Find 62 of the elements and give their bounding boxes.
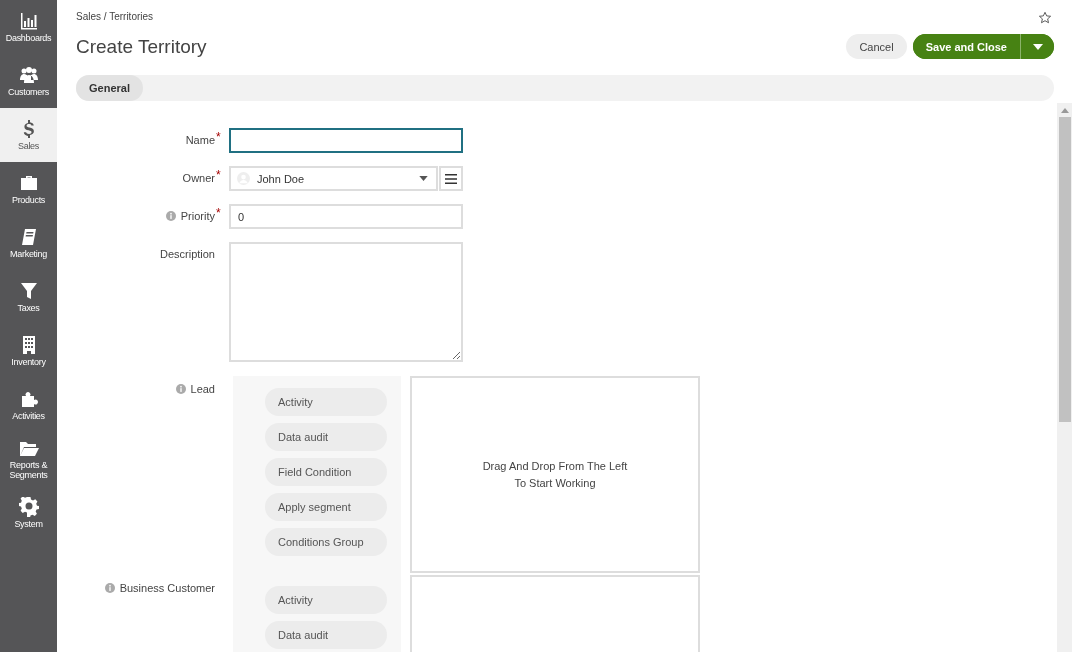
required-mark: * xyxy=(216,168,222,182)
info-icon[interactable] xyxy=(165,211,176,221)
menu-button[interactable] xyxy=(439,166,463,191)
sidebar-item[interactable]: Customers xyxy=(0,54,57,108)
sidebar-item[interactable]: Taxes xyxy=(0,270,57,324)
breadcrumb: Sales / Territories xyxy=(76,11,155,22)
condition-item[interactable]: Activity xyxy=(265,586,387,614)
owner-select[interactable]: John Doe xyxy=(229,166,438,191)
sidebar-item[interactable]: Activities xyxy=(0,378,57,432)
sidebar-label: Activities xyxy=(11,411,46,421)
sidebar-item[interactable]: Reports & Segments xyxy=(0,432,57,486)
menu-icon xyxy=(445,173,457,184)
people-icon xyxy=(18,65,39,85)
sidebar-item[interactable]: Inventory xyxy=(0,324,57,378)
field-label: Owner xyxy=(182,172,215,184)
star-icon[interactable] xyxy=(1038,11,1052,25)
sidebar-label: Customers xyxy=(7,87,50,97)
sidebar-label: Marketing xyxy=(9,249,48,259)
field-label: Business Customer xyxy=(119,582,215,594)
cancel-button[interactable]: Cancel xyxy=(846,34,907,59)
description-field[interactable] xyxy=(229,242,463,362)
sidebar-label: Products xyxy=(10,195,47,205)
sidebar-item[interactable]: Products xyxy=(0,162,57,216)
required-mark: * xyxy=(216,130,222,144)
scrollbar[interactable] xyxy=(1057,103,1072,652)
sidebar-label: Reports & Segments xyxy=(8,460,49,480)
briefcase-icon xyxy=(18,173,39,193)
sidebar-item[interactable]: Marketing xyxy=(0,216,57,270)
funnel-icon xyxy=(18,281,39,301)
text-field[interactable] xyxy=(229,128,463,153)
text-field[interactable]: 0 xyxy=(229,204,463,229)
bar-chart-icon xyxy=(18,11,39,31)
field-label: Description xyxy=(159,248,215,260)
select-value: John Doe xyxy=(257,172,306,185)
condition-item[interactable]: Activity xyxy=(265,388,387,416)
condition-item[interactable]: Conditions Group xyxy=(265,528,387,556)
drop-hint: Drag And Drop From The Left To Start Working xyxy=(482,458,628,491)
sidebar-label: Dashboards xyxy=(4,33,53,43)
sidebar-label: Inventory xyxy=(10,357,47,367)
sidebar-item[interactable]: Dashboards xyxy=(0,0,57,54)
field-label: Lead xyxy=(190,383,215,395)
field-label: Name xyxy=(185,134,215,146)
caret-icon xyxy=(1032,43,1043,50)
info-icon[interactable] xyxy=(104,583,115,593)
tab[interactable]: General xyxy=(76,75,143,101)
required-mark: * xyxy=(216,206,222,220)
scroll-up-icon[interactable] xyxy=(1060,108,1069,113)
sidebar-item[interactable]: Sales xyxy=(0,108,57,162)
page-title: Create Territory xyxy=(76,36,207,58)
condition-item[interactable]: Apply segment xyxy=(265,493,387,521)
condition-item[interactable]: Data audit xyxy=(265,423,387,451)
sidebar-label: Taxes xyxy=(16,303,41,313)
caret-icon xyxy=(419,176,428,181)
condition-item[interactable]: Field Condition xyxy=(265,458,387,486)
gear-icon xyxy=(18,497,39,517)
sidebar-label: System xyxy=(13,519,44,529)
sidebar-label: Sales xyxy=(17,141,40,151)
save-and-close-button[interactable]: Save and Close xyxy=(912,34,1021,59)
info-icon[interactable] xyxy=(175,384,186,394)
field-label: Priority xyxy=(180,210,215,222)
condition-item[interactable]: Data audit xyxy=(265,621,387,649)
sidebar-item[interactable]: System xyxy=(0,486,57,540)
